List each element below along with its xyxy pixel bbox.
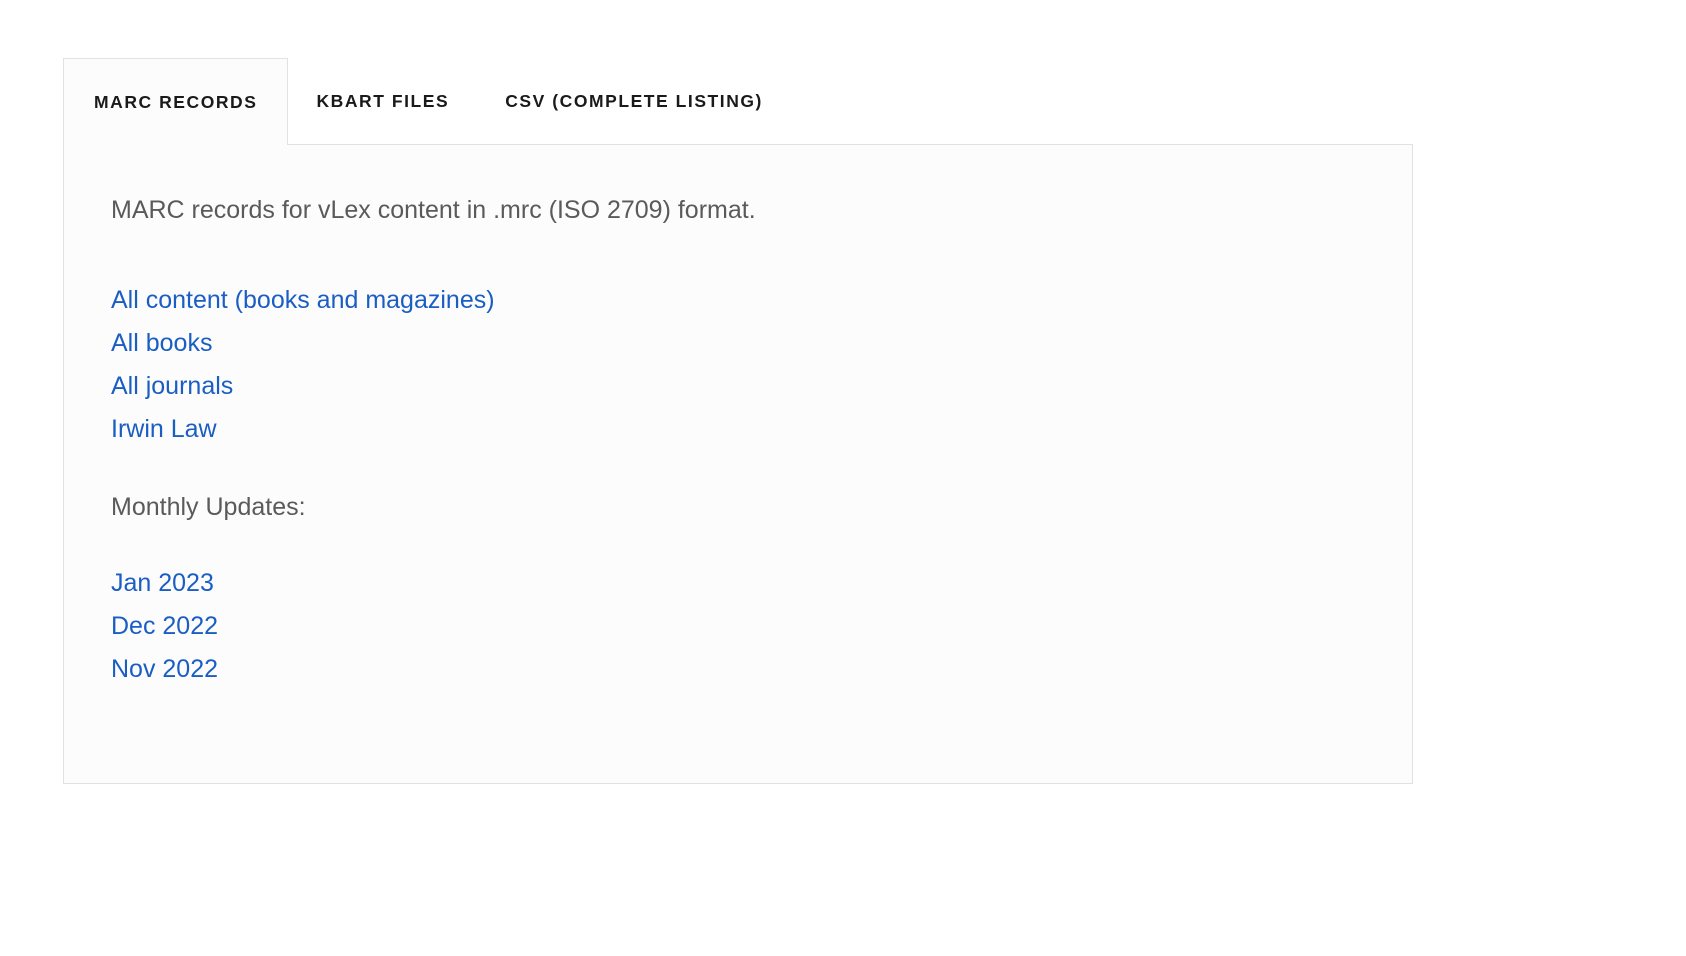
monthly-update-link-list: Jan 2023 Dec 2022 Nov 2022: [111, 562, 1382, 691]
link-all-content[interactable]: All content (books and magazines): [111, 279, 495, 322]
link-irwin-law[interactable]: Irwin Law: [111, 408, 217, 451]
monthly-updates-label: Monthly Updates:: [111, 493, 306, 521]
tab-csv-complete-listing[interactable]: CSV (COMPLETE LISTING): [477, 58, 791, 145]
tab-panel-marc-records: MARC records for vLex content in .mrc (I…: [63, 144, 1413, 784]
link-all-journals[interactable]: All journals: [111, 365, 233, 408]
link-all-books[interactable]: All books: [111, 322, 212, 365]
link-nov-2022[interactable]: Nov 2022: [111, 648, 218, 691]
tab-label: MARC RECORDS: [94, 91, 258, 112]
tab-label: KBART FILES: [316, 91, 450, 111]
panel-content: MARC records for vLex content in .mrc (I…: [111, 195, 1382, 691]
content-link-list: All content (books and magazines) All bo…: [111, 279, 1382, 451]
page-root: MARC RECORDS KBART FILES CSV (COMPLETE L…: [0, 0, 1686, 956]
tab-marc-records[interactable]: MARC RECORDS: [63, 58, 289, 146]
link-jan-2023[interactable]: Jan 2023: [111, 562, 214, 605]
panel-description: MARC records for vLex content in .mrc (I…: [111, 196, 756, 224]
tab-label: CSV (COMPLETE LISTING): [505, 91, 763, 111]
tab-list: MARC RECORDS KBART FILES CSV (COMPLETE L…: [63, 58, 791, 146]
link-dec-2022[interactable]: Dec 2022: [111, 605, 218, 648]
tab-kbart-files[interactable]: KBART FILES: [288, 58, 477, 145]
